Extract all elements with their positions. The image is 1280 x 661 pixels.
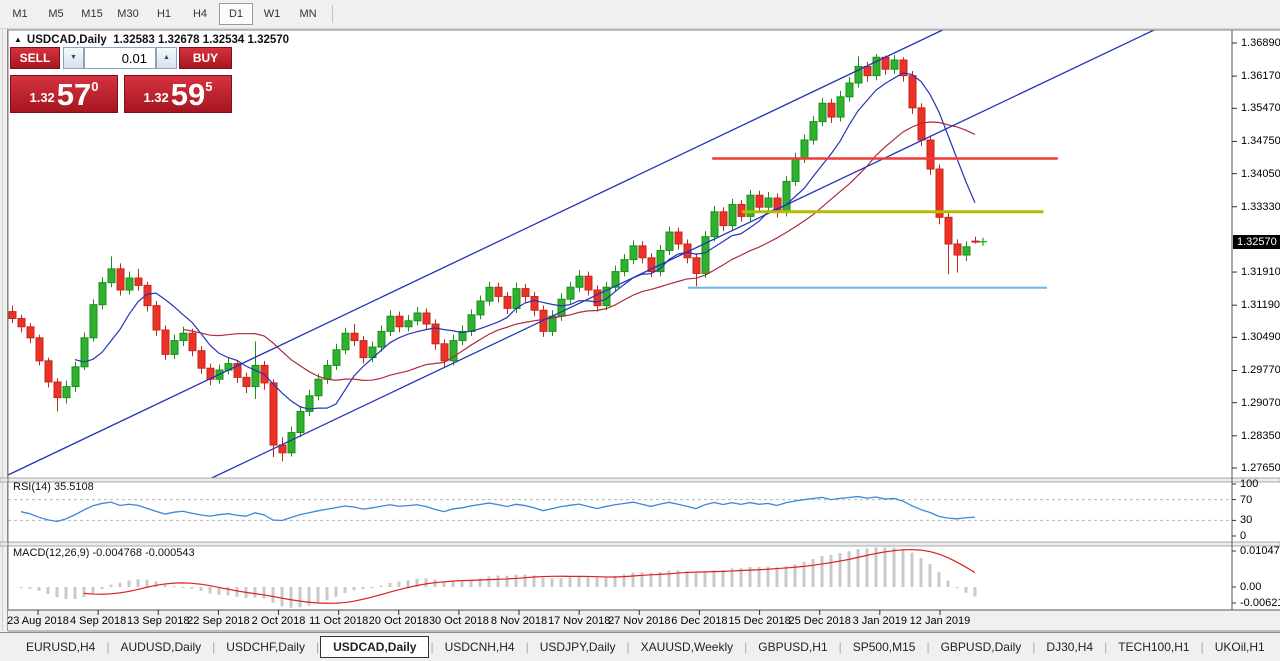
price-axis-label: 1.29070: [1241, 397, 1280, 409]
date-axis-label: 13 Sep 2018: [127, 615, 189, 627]
sell-button[interactable]: SELL: [10, 47, 60, 69]
tab-separator: |: [430, 640, 433, 654]
price-axis-label: 1.27650: [1241, 462, 1280, 474]
price-axis-label: 1.35470: [1241, 102, 1280, 114]
tab-separator: |: [316, 640, 319, 654]
trade-top-row: SELL ▼ ▲ BUY: [10, 47, 232, 69]
chart-tab-gbpusd[interactable]: GBPUSD,Daily: [931, 636, 1032, 658]
tab-separator: |: [1032, 640, 1035, 654]
date-axis-label: 6 Dec 2018: [671, 615, 727, 627]
sell-price-base: 1.32: [29, 90, 54, 105]
lot-decrease-button[interactable]: ▼: [63, 47, 84, 69]
macd-axis-label: 0.010474: [1240, 545, 1280, 557]
price-axis-label: 1.31190: [1241, 299, 1280, 311]
chart-tab-tech100[interactable]: TECH100,H1: [1108, 636, 1199, 658]
chart-tab-usdchf[interactable]: USDCHF,Daily: [216, 636, 315, 658]
tab-separator: |: [926, 640, 929, 654]
chart-tab-sp500[interactable]: SP500,M15: [843, 636, 926, 658]
tab-separator: |: [1201, 640, 1204, 654]
buy-price-pips: 59: [171, 80, 205, 109]
current-price-tag: 1.32570: [1233, 235, 1280, 249]
sell-price-button[interactable]: 1.32 57 0: [10, 75, 118, 113]
chart-tab-gbpusd[interactable]: GBPUSD,H1: [748, 636, 837, 658]
price-axis-label: 1.31910: [1241, 266, 1280, 278]
lot-increase-button[interactable]: ▲: [156, 47, 177, 69]
chart-tab-bar: EURUSD,H4|AUDUSD,Daily|USDCHF,Daily|USDC…: [0, 632, 1280, 661]
date-axis-label: 12 Jan 2019: [910, 615, 971, 627]
price-axis-label: 1.33330: [1241, 201, 1280, 213]
rsi-axis-label: 30: [1240, 514, 1252, 526]
chart-tab-usdcad[interactable]: USDCAD,Daily: [320, 636, 429, 658]
tab-separator: |: [839, 640, 842, 654]
buy-price-button[interactable]: 1.32 59 5: [124, 75, 232, 113]
chart-tab-xauusd[interactable]: XAUUSD,Weekly: [631, 636, 743, 658]
chart-tab-eurusd[interactable]: EURUSD,H4: [16, 636, 105, 658]
chart-ohlc-values: 1.32583 1.32678 1.32534 1.32570: [113, 34, 289, 46]
date-axis-label: 15 Dec 2018: [728, 615, 790, 627]
tab-separator: |: [106, 640, 109, 654]
price-axis-label: 1.34750: [1241, 135, 1280, 147]
macd-axis-label: -0.006218: [1240, 597, 1280, 609]
one-click-trading-panel: SELL ▼ ▲ BUY 1.32 57 0 1.32 59 5: [10, 47, 232, 113]
tab-separator: |: [744, 640, 747, 654]
buy-price-point: 5: [205, 79, 212, 94]
date-axis-label: 3 Jan 2019: [853, 615, 907, 627]
lot-size-input[interactable]: [84, 47, 156, 69]
date-axis-label: 4 Sep 2018: [70, 615, 126, 627]
chart-tab-ukoil[interactable]: UKOil,H1: [1205, 636, 1275, 658]
date-axis-label: 22 Sep 2018: [187, 615, 249, 627]
chart-tab-audusd[interactable]: AUDUSD,Daily: [110, 636, 211, 658]
chevron-down-icon: ▼: [70, 54, 77, 61]
date-axis-label: 11 Oct 2018: [309, 615, 368, 627]
chart-tab-usdjpy[interactable]: USDJPY,Daily: [530, 636, 626, 658]
chart-symbol: USDCAD,Daily: [27, 34, 107, 46]
chart-tab-usdcnh[interactable]: USDCNH,H4: [435, 636, 525, 658]
sell-price-pips: 57: [57, 80, 91, 109]
buy-price-base: 1.32: [143, 90, 168, 105]
tab-separator: |: [526, 640, 529, 654]
date-axis-label: 30 Oct 2018: [429, 615, 489, 627]
rsi-splitter[interactable]: [0, 478, 1280, 482]
rsi-label: RSI(14) 35.5108: [13, 481, 94, 493]
mt4-window: M1M5M15M30H1H4D1W1MN ▲USDCAD,Daily 1.325…: [0, 0, 1280, 661]
date-axis-label: 27 Nov 2018: [608, 615, 670, 627]
macd-splitter[interactable]: [0, 542, 1280, 546]
rsi-axis-label: 0: [1240, 530, 1246, 542]
sell-price-point: 0: [91, 79, 98, 94]
chevron-up-icon: ▲: [163, 54, 170, 61]
rsi-axis-label: 70: [1240, 494, 1252, 506]
date-axis-label: 23 Aug 2018: [7, 615, 69, 627]
tab-separator: |: [1104, 640, 1107, 654]
tab-separator: |: [212, 640, 215, 654]
date-axis-label: 8 Nov 2018: [491, 615, 547, 627]
macd-label: MACD(12,26,9) -0.004768 -0.000543: [13, 547, 195, 559]
buy-button[interactable]: BUY: [179, 47, 232, 69]
price-axis-label: 1.34050: [1241, 168, 1280, 180]
chart-title: ▲ USDCAD,Daily 1.32583 1.32678 1.32534 1.…: [14, 34, 289, 46]
macd-axis-label: 0.00: [1240, 581, 1261, 593]
chart-collapse-icon[interactable]: ▲: [14, 35, 22, 44]
chart-tab-dj30[interactable]: DJ30,H4: [1036, 636, 1103, 658]
date-axis-label: 20 Oct 2018: [369, 615, 429, 627]
rsi-axis-label: 100: [1240, 478, 1258, 490]
price-axis-label: 1.28350: [1241, 430, 1280, 442]
price-axis-label: 1.36890: [1241, 37, 1280, 49]
date-axis-label: 25 Dec 2018: [788, 615, 850, 627]
price-axis-label: 1.36170: [1241, 70, 1280, 82]
price-axis-label: 1.30490: [1241, 331, 1280, 343]
date-axis-label: 17 Nov 2018: [548, 615, 610, 627]
price-axis-label: 1.29770: [1241, 364, 1280, 376]
tab-separator: |: [627, 640, 630, 654]
date-axis-label: 2 Oct 2018: [252, 615, 306, 627]
